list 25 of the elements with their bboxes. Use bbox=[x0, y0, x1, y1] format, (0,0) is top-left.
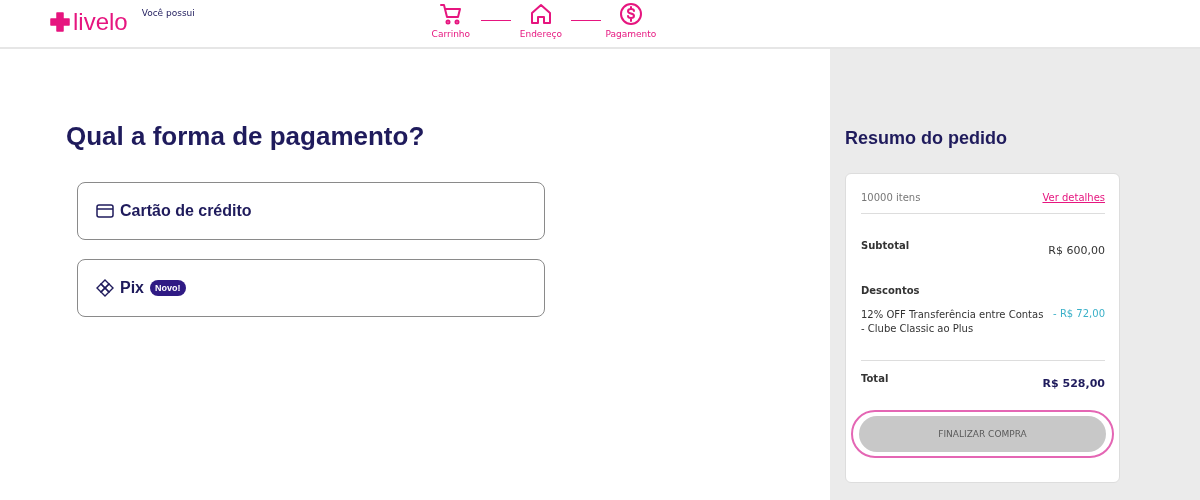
step-label: Carrinho bbox=[431, 29, 471, 39]
step-label: Pagamento bbox=[605, 29, 657, 39]
page-title: Qual a forma de pagamento? bbox=[66, 121, 426, 152]
subtotal-label: Subtotal bbox=[861, 240, 910, 251]
plus-icon bbox=[50, 12, 70, 32]
total-value: R$ 528,00 bbox=[1042, 377, 1105, 390]
cart-icon bbox=[438, 2, 463, 26]
summary-title: Resumo do pedido bbox=[845, 128, 1008, 149]
dollar-icon bbox=[618, 2, 643, 26]
discount-label: 12% OFF Transferência entre Contas - Clube Classic ao Plus bbox=[861, 308, 1045, 336]
credit-card-icon bbox=[96, 204, 114, 218]
discount-value: - R$ 72,00 bbox=[1053, 308, 1105, 319]
details-link[interactable]: Ver detalhes bbox=[1042, 192, 1105, 203]
pix-icon bbox=[96, 279, 114, 297]
payment-option[interactable]: Pix Novo! bbox=[77, 259, 545, 317]
home-icon bbox=[528, 2, 553, 26]
items-count: 10000 itens bbox=[861, 192, 921, 203]
livelo-logo[interactable]: livelo bbox=[50, 10, 128, 34]
points-label: Você possui bbox=[141, 8, 195, 18]
step-label: Endereço bbox=[519, 29, 562, 39]
subtotal-value: R$ 600,00 bbox=[1048, 244, 1105, 257]
total-label: Total bbox=[861, 373, 889, 384]
new-badge: Novo! bbox=[150, 280, 186, 296]
discounts-label: Descontos bbox=[861, 285, 920, 296]
payment-option[interactable]: Cartão de crédito bbox=[77, 182, 545, 240]
